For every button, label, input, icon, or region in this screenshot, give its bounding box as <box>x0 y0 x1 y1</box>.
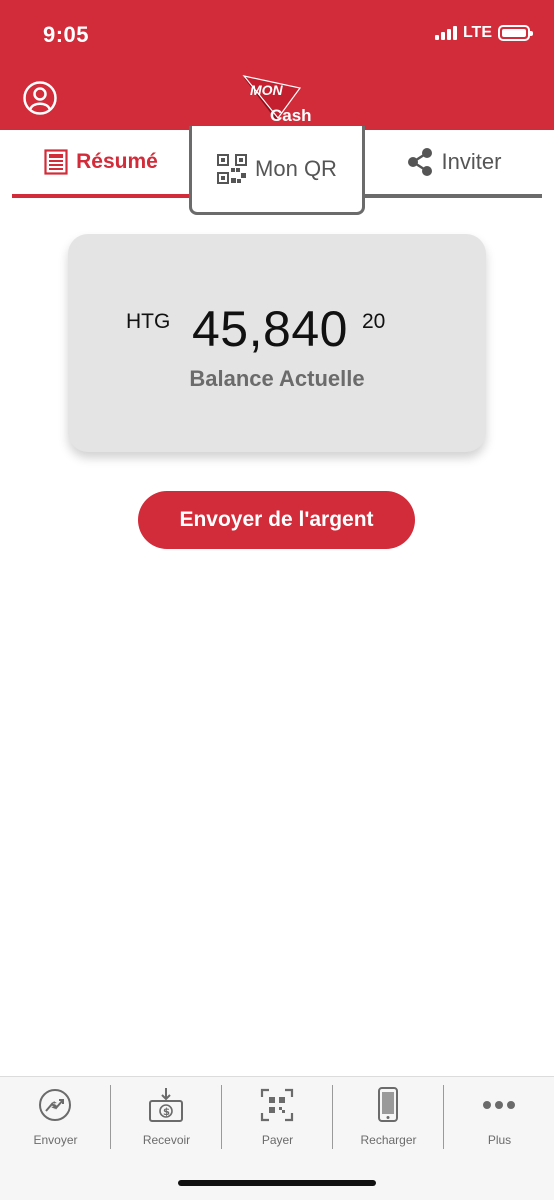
send-money-button[interactable]: Envoyer de l'argent <box>138 491 415 549</box>
nav-recharger[interactable]: Recharger <box>333 1077 444 1167</box>
user-icon <box>23 81 57 115</box>
nav-plus-label: Plus <box>487 1133 512 1147</box>
moncash-logo: MON Cash <box>240 68 312 128</box>
nav-payer-label: Payer <box>261 1133 294 1147</box>
share-icon <box>407 148 432 176</box>
nav-envoyer-label: Envoyer <box>33 1133 78 1147</box>
nav-payer[interactable]: Payer <box>222 1077 333 1167</box>
balance-label: Balance Actuelle <box>189 366 365 391</box>
qr-code-icon <box>217 154 248 184</box>
send-money-icon: $ <box>39 1089 71 1121</box>
tab-bar: Résumé Mon QR Inviter <box>0 126 554 216</box>
nav-envoyer[interactable]: $ Envoyer <box>0 1077 111 1167</box>
nav-recevoir[interactable]: $ Recevoir <box>111 1077 222 1167</box>
network-type: LTE <box>462 24 492 41</box>
balance-currency: HTG <box>126 310 171 333</box>
app-header: 9:05 LTE MON Cash <box>0 0 554 130</box>
receive-money-icon: $ <box>149 1088 183 1122</box>
document-icon <box>44 149 68 175</box>
tab-resume-label: Résumé <box>76 150 158 173</box>
balance-card: HTG 45,840 20 Balance Actuelle <box>68 234 486 452</box>
battery-icon <box>498 25 533 41</box>
nav-recharger-label: Recharger <box>360 1133 417 1147</box>
tab-mon-qr[interactable]: Mon QR <box>189 126 365 215</box>
tab-inviter[interactable]: Inviter <box>365 130 542 198</box>
tab-mon-qr-label: Mon QR <box>255 156 337 181</box>
phone-icon <box>378 1087 398 1122</box>
scan-qr-icon <box>260 1088 294 1122</box>
nav-plus[interactable]: Plus <box>444 1077 554 1167</box>
status-indicators: LTE <box>434 24 533 42</box>
tab-resume[interactable]: Résumé <box>12 130 190 198</box>
signal-icon <box>434 26 457 40</box>
status-bar: 9:05 LTE <box>0 0 554 64</box>
tab-inviter-label: Inviter <box>441 149 502 174</box>
balance-amount: 45,840 <box>192 301 348 357</box>
balance-cents: 20 <box>362 310 386 333</box>
svg-text:$: $ <box>51 1101 57 1111</box>
more-icon <box>483 1101 515 1109</box>
profile-button[interactable] <box>22 80 58 116</box>
home-indicator[interactable] <box>178 1180 376 1186</box>
svg-text:$: $ <box>163 1107 170 1118</box>
nav-recevoir-label: Recevoir <box>142 1133 191 1147</box>
status-time: 9:05 <box>43 22 90 47</box>
